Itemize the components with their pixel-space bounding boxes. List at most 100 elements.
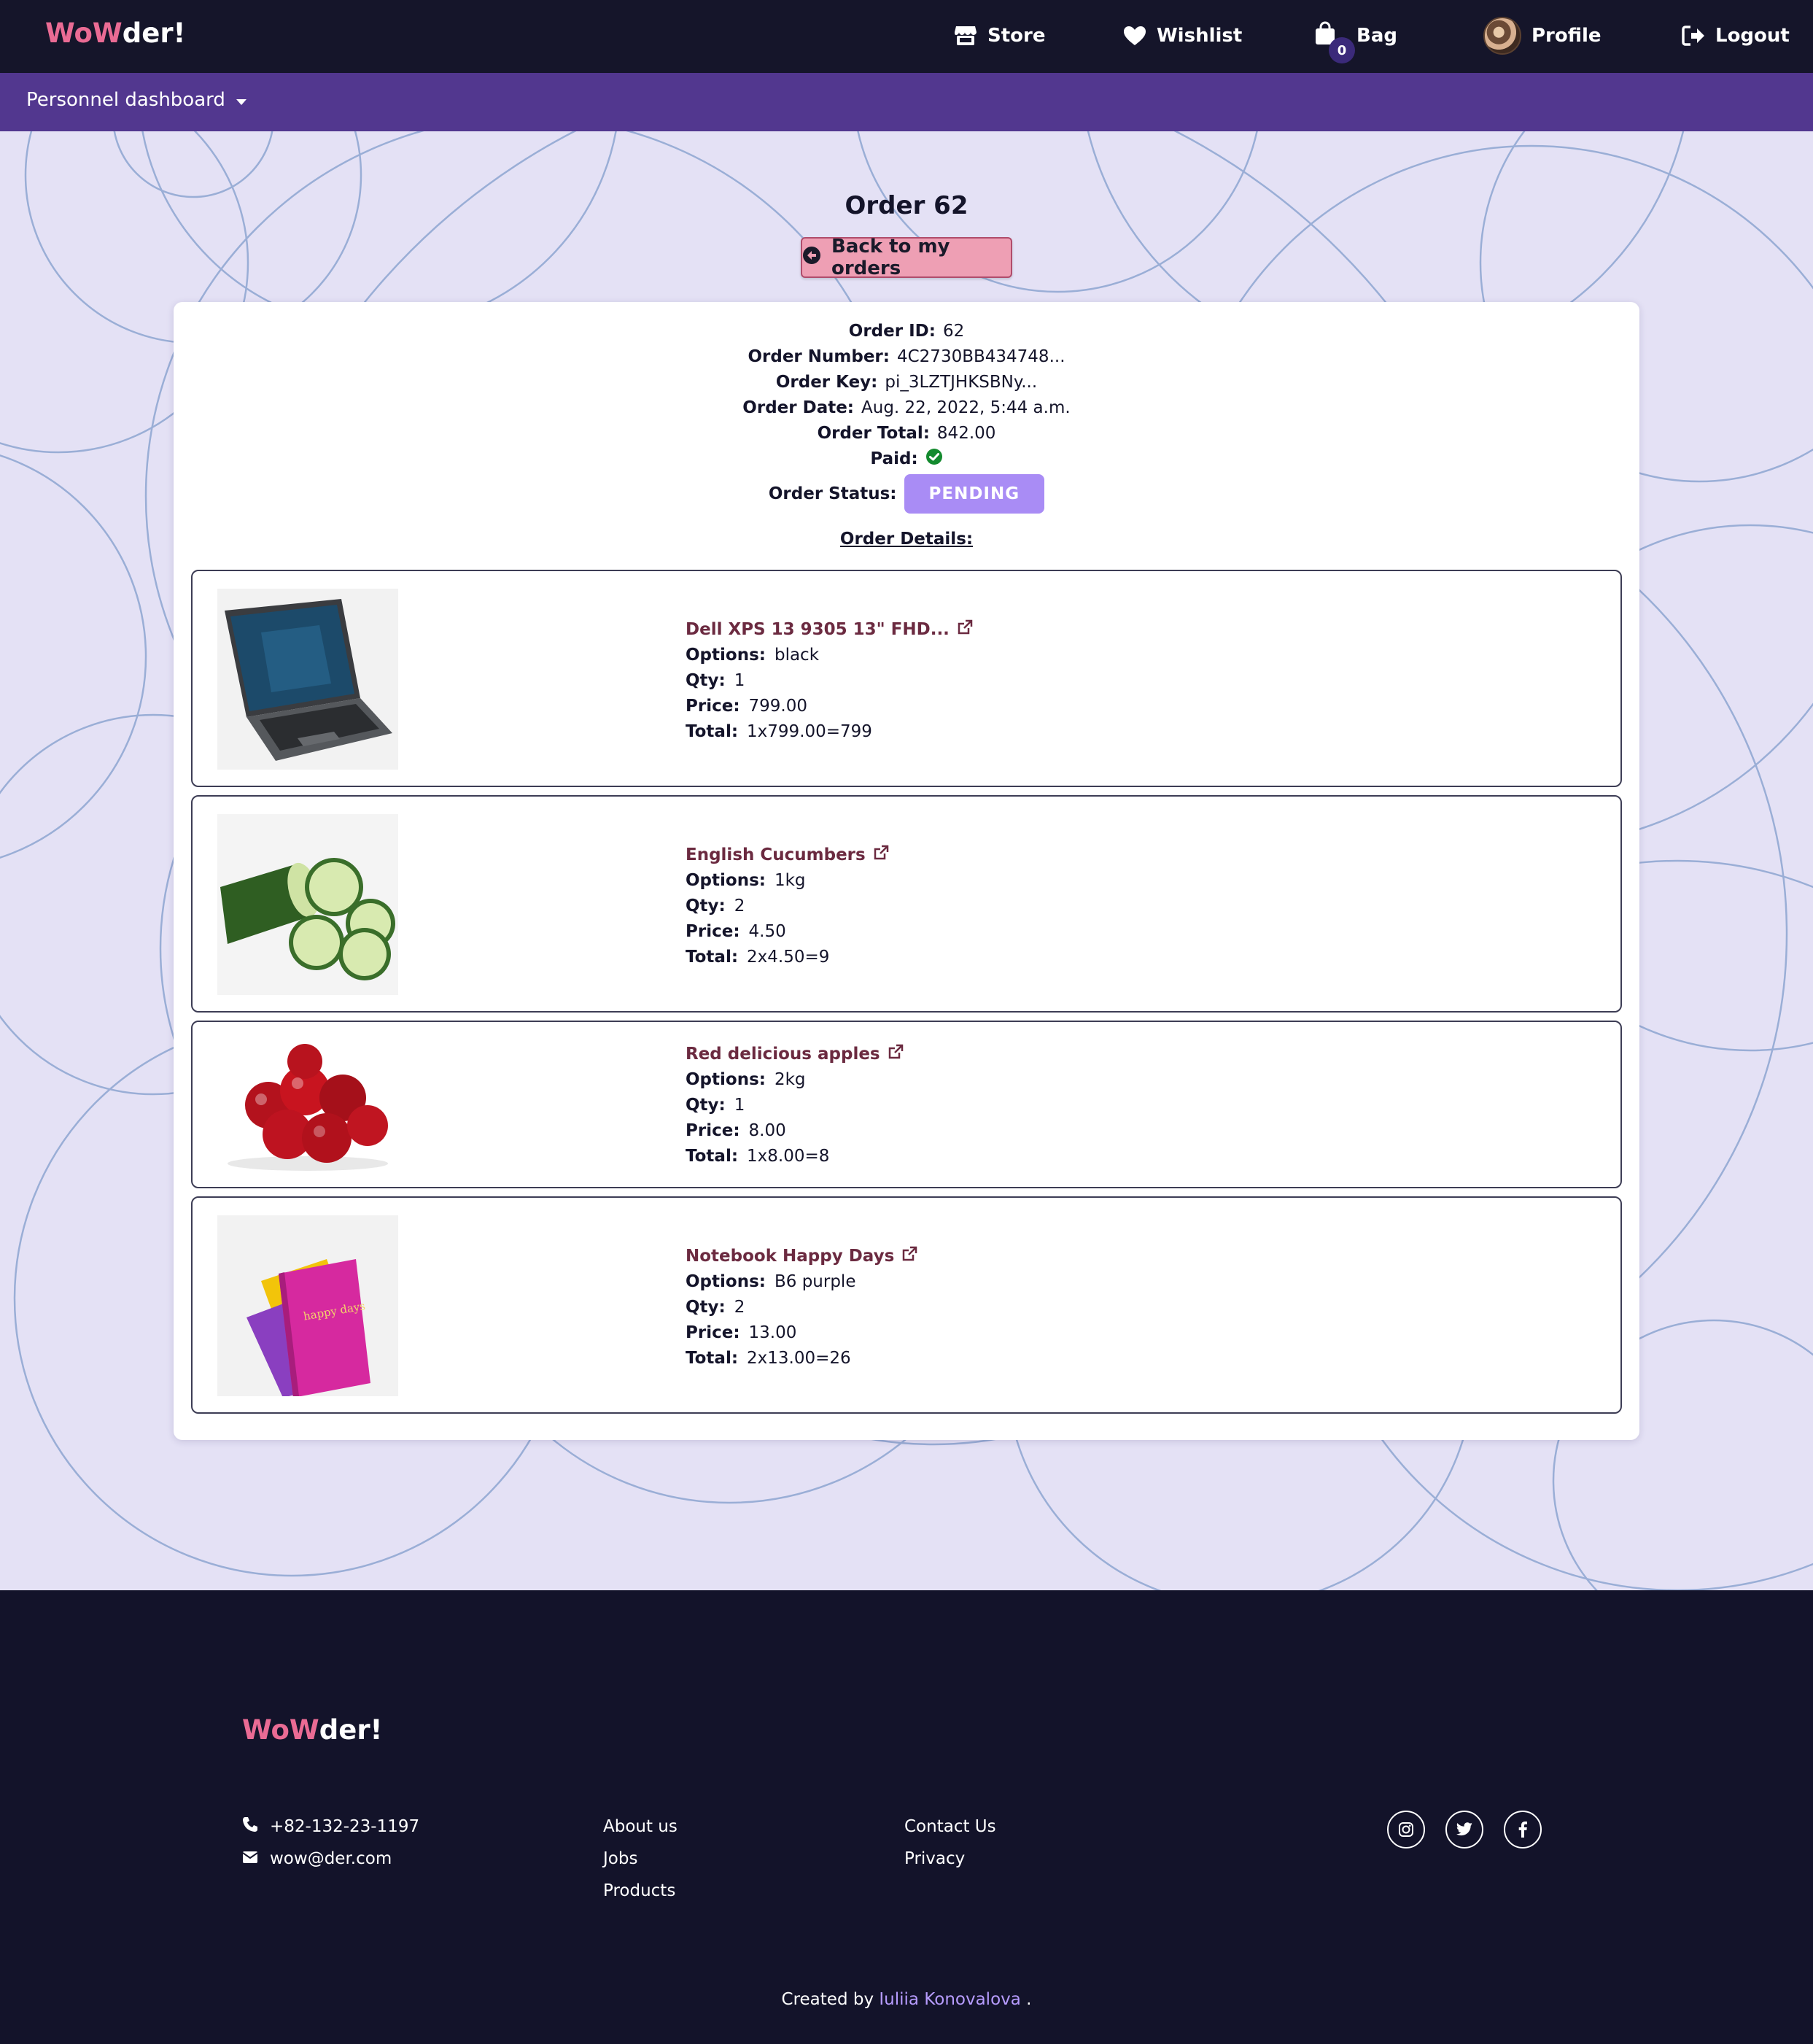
twitter-icon[interactable]: [1445, 1811, 1483, 1848]
credit-author-link[interactable]: Iuliia Konovalova: [879, 1990, 1020, 2009]
item-qty-label: Qty:: [686, 1095, 726, 1115]
nav-bag-label: Bag: [1356, 25, 1397, 47]
item-name: Red delicious apples: [686, 1044, 880, 1064]
external-link-icon: [957, 619, 973, 640]
notebook-image: happy days: [217, 1215, 398, 1396]
order-paid-row: Paid:: [174, 446, 1639, 471]
nav-wishlist-label: Wishlist: [1157, 25, 1243, 47]
footer-link-products[interactable]: Products: [603, 1875, 678, 1907]
item-total-value: 1x8.00=8: [747, 1146, 830, 1166]
item-options-value: 2kg: [774, 1069, 806, 1089]
item-options-label: Options:: [686, 1271, 766, 1291]
item-name-link[interactable]: Dell XPS 13 9305 13" FHD...: [686, 616, 973, 642]
item-options-value: black: [774, 645, 820, 665]
instagram-icon[interactable]: [1387, 1811, 1425, 1848]
credit-prefix: Created by: [781, 1990, 874, 2009]
bag-icon-wrap: 0: [1314, 21, 1355, 63]
footer-email[interactable]: wow@der.com: [270, 1849, 392, 1868]
heart-icon: [1123, 26, 1146, 46]
item-name-link[interactable]: English Cucumbers: [686, 842, 889, 867]
footer-link-jobs[interactable]: Jobs: [603, 1843, 678, 1875]
personnel-dashboard-dropdown[interactable]: Personnel dashboard: [26, 89, 247, 111]
top-navbar: WoWder! Store Wishlist 0 Bag Profile Log…: [0, 0, 1813, 73]
item-qty-value: 1: [734, 670, 745, 690]
item-price-label: Price:: [686, 921, 740, 941]
item-price-value: 799.00: [748, 696, 807, 716]
order-paid-label: Paid:: [870, 449, 918, 468]
apples-image: [217, 1032, 398, 1178]
footer-brand-part1: WoW: [242, 1714, 319, 1746]
order-number-value: 4C2730BB434748...: [896, 347, 1065, 366]
footer-link-about[interactable]: About us: [603, 1811, 678, 1843]
order-number-row: Order Number: 4C2730BB434748...: [174, 344, 1639, 369]
avatar: [1483, 17, 1521, 55]
order-number-label: Order Number:: [748, 347, 890, 366]
facebook-icon[interactable]: [1504, 1811, 1542, 1848]
laptop-image: [217, 589, 398, 770]
item-name-link[interactable]: Notebook Happy Days: [686, 1243, 917, 1269]
footer-brand-logo[interactable]: WoWder!: [242, 1714, 382, 1746]
item-options-row: Options: 2kg: [686, 1066, 904, 1092]
footer-links-col2: Contact Us Privacy: [904, 1811, 996, 1875]
item-total-value: 2x4.50=9: [747, 947, 830, 967]
item-qty-label: Qty:: [686, 1297, 726, 1317]
bag-count-badge: 0: [1329, 37, 1355, 63]
item-name: Notebook Happy Days: [686, 1246, 895, 1266]
secondary-navbar: Personnel dashboard: [0, 73, 1813, 131]
envelope-icon: [242, 1849, 258, 1868]
brand-logo-part2: der!: [122, 18, 186, 49]
personnel-dashboard-label: Personnel dashboard: [26, 89, 225, 111]
order-date-row: Order Date: Aug. 22, 2022, 5:44 a.m.: [174, 395, 1639, 420]
item-total-label: Total:: [686, 721, 739, 741]
item-qty-value: 1: [734, 1095, 745, 1115]
nav-profile-label: Profile: [1531, 25, 1602, 47]
item-qty-label: Qty:: [686, 896, 726, 915]
item-total-label: Total:: [686, 947, 739, 967]
item-info: Dell XPS 13 9305 13" FHD... Options: blac…: [686, 616, 973, 744]
nav-logout[interactable]: Logout: [1682, 19, 1790, 53]
item-options-label: Options:: [686, 1069, 766, 1089]
item-price-row: Price: 13.00: [686, 1320, 917, 1345]
order-card: Order ID: 62 Order Number: 4C2730BB43474…: [174, 302, 1639, 1440]
item-price-label: Price:: [686, 1120, 740, 1140]
footer-link-privacy[interactable]: Privacy: [904, 1843, 996, 1875]
nav-store[interactable]: Store: [954, 19, 1045, 53]
check-circle-icon: [925, 448, 943, 470]
item-qty-row: Qty: 2: [686, 893, 889, 918]
nav-profile[interactable]: Profile: [1483, 16, 1602, 55]
item-price-label: Price:: [686, 1323, 740, 1342]
item-total-row: Total: 2x4.50=9: [686, 944, 889, 969]
back-to-orders-button[interactable]: Back to my orders: [801, 236, 1012, 279]
nav-bag[interactable]: 0 Bag: [1314, 19, 1397, 63]
footer-brand-part2: der!: [319, 1714, 383, 1746]
order-status-label: Order Status:: [768, 484, 897, 503]
item-name: English Cucumbers: [686, 845, 866, 864]
footer-phone-row: +82-132-23-1197: [242, 1811, 419, 1843]
item-name-link[interactable]: Red delicious apples: [686, 1041, 904, 1066]
item-price-row: Price: 8.00: [686, 1118, 904, 1143]
caret-down-icon: [236, 89, 247, 111]
nav-wishlist[interactable]: Wishlist: [1123, 19, 1242, 53]
item-options-value: 1kg: [774, 870, 806, 890]
footer: WoWder! +82-132-23-1197 wow@der.com Abou…: [0, 1590, 1813, 2044]
order-date-label: Order Date:: [742, 398, 855, 417]
order-item: happy days Notebook Happy Days Options: B…: [191, 1196, 1622, 1414]
item-qty-row: Qty: 2: [686, 1294, 917, 1320]
item-total-row: Total: 1x799.00=799: [686, 719, 973, 744]
item-price-row: Price: 4.50: [686, 918, 889, 944]
order-id-row: Order ID: 62: [174, 318, 1639, 344]
status-badge: PENDING: [904, 474, 1045, 514]
item-total-row: Total: 2x13.00=26: [686, 1345, 917, 1371]
order-summary: Order ID: 62 Order Number: 4C2730BB43474…: [174, 318, 1639, 516]
item-price-label: Price:: [686, 696, 740, 716]
order-id-label: Order ID:: [848, 321, 936, 341]
order-item: English Cucumbers Options: 1kg Qty: 2 Pric…: [191, 795, 1622, 1013]
footer-social-links: [1387, 1811, 1542, 1848]
order-details-title: Order Details:: [839, 530, 974, 549]
footer-phone[interactable]: +82-132-23-1197: [270, 1817, 419, 1836]
brand-logo[interactable]: WoWder!: [45, 18, 185, 49]
footer-credit: Created by Iuliia Konovalova .: [0, 1990, 1813, 2009]
external-link-icon: [873, 845, 889, 865]
footer-link-contact[interactable]: Contact Us: [904, 1811, 996, 1843]
order-date-value: Aug. 22, 2022, 5:44 a.m.: [861, 398, 1071, 417]
